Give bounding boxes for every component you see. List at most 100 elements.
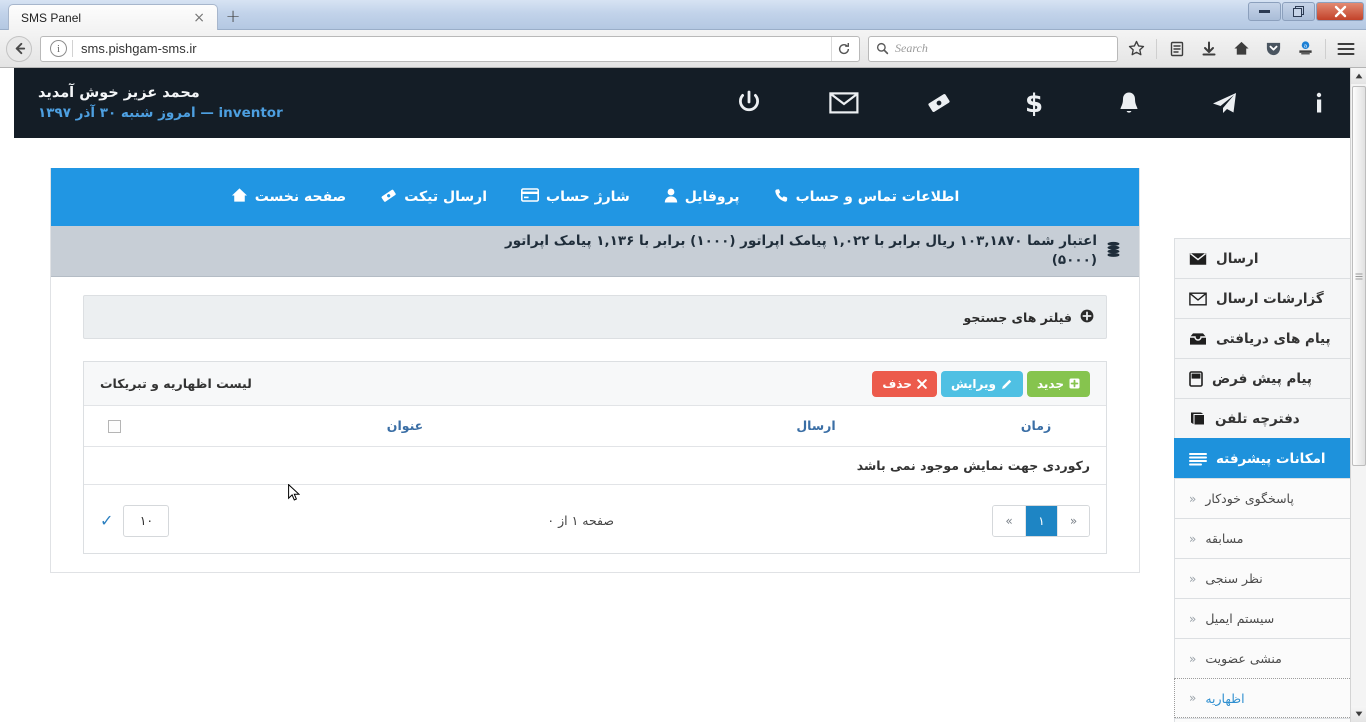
- scrollbar-thumb[interactable]: [1352, 86, 1366, 466]
- pager-page-1[interactable]: ۱: [1025, 505, 1057, 536]
- coins-icon: [1106, 241, 1121, 262]
- reload-icon[interactable]: [831, 36, 855, 61]
- sidebar-item-send-reports[interactable]: گزارشات ارسال: [1174, 278, 1366, 318]
- sidebar-item-notice[interactable]: اظهاریه «: [1174, 678, 1366, 718]
- paper-plane-icon[interactable]: [1176, 68, 1271, 138]
- bell-icon[interactable]: [1081, 68, 1176, 138]
- empty-row: رکوردی جهت نمایش موجود نمی باشد: [84, 446, 1106, 485]
- minimize-button[interactable]: [1248, 2, 1281, 21]
- sidebar-item-label: دفترچه تلفن: [1215, 410, 1300, 427]
- sidebar-item-congratulations[interactable]: تبریکات «: [1174, 718, 1366, 722]
- sidebar-item-send[interactable]: ارسال: [1174, 238, 1366, 278]
- new-tab-button[interactable]: +: [218, 3, 248, 29]
- credit-card-icon: [521, 188, 540, 206]
- chevron-double-icon: «: [1189, 531, 1197, 546]
- page-size-input[interactable]: ۱۰: [123, 504, 170, 537]
- dollar-icon[interactable]: $: [986, 68, 1081, 138]
- sidebar-item-email-system[interactable]: سیستم ایمیل «: [1174, 598, 1366, 638]
- site-info-icon[interactable]: i: [50, 40, 67, 57]
- new-button[interactable]: جدید: [1026, 370, 1090, 397]
- browser-tab[interactable]: SMS Panel ×: [8, 4, 218, 30]
- restore-button[interactable]: [1282, 2, 1315, 21]
- home-icon[interactable]: [1227, 35, 1255, 63]
- sidebar-item-label: سیستم ایمیل: [1205, 611, 1275, 626]
- browser-titlebar: SMS Panel × +: [0, 0, 1366, 30]
- select-all-checkbox[interactable]: [107, 420, 121, 434]
- pencil-icon: [1001, 379, 1012, 389]
- plus-circle-icon: [1080, 308, 1094, 327]
- envelope-icon[interactable]: [796, 68, 891, 138]
- inbox-icon: [1189, 332, 1207, 346]
- nav-charge-account[interactable]: شارژ حساب: [521, 188, 630, 206]
- home-icon: [231, 187, 248, 207]
- divider: [72, 40, 73, 57]
- sidebar-item-label: اظهاریه: [1205, 690, 1245, 706]
- url-text: sms.pishgam-sms.ir: [81, 41, 197, 56]
- chevron-double-icon: «: [1189, 491, 1197, 506]
- announcement-list-box: حذف ویرایش جدید لیست اظهاریه و تبریکات ز…: [83, 361, 1107, 554]
- url-bar[interactable]: i sms.pishgam-sms.ir: [40, 35, 860, 62]
- user-icon: [664, 188, 678, 207]
- col-time[interactable]: زمان: [966, 406, 1106, 447]
- close-icon[interactable]: ×: [189, 11, 209, 25]
- envelope-filled-icon: [1189, 252, 1207, 266]
- sidebar-item-default-message[interactable]: پیام پیش فرض: [1174, 358, 1366, 398]
- sidebar-item-membership-secretary[interactable]: منشی عضویت «: [1174, 638, 1366, 678]
- list-title: لیست اظهاریه و تبریکات: [100, 376, 252, 391]
- sync-account-icon[interactable]: a: [1291, 35, 1319, 63]
- note-icon: [1189, 370, 1203, 387]
- star-icon[interactable]: [1122, 35, 1150, 63]
- page-size-selector: ۱۰ ✓: [100, 504, 170, 537]
- page-scrollbar[interactable]: [1350, 68, 1366, 722]
- back-arrow-icon[interactable]: [6, 35, 32, 62]
- library-icon[interactable]: [1163, 35, 1191, 63]
- ticket-icon: [380, 187, 397, 208]
- nav-label: ارسال تیکت: [404, 189, 488, 205]
- edit-button[interactable]: ویرایش: [940, 370, 1023, 397]
- search-filters-label: فیلتر های جستجو: [963, 309, 1072, 325]
- sidebar-item-phonebook[interactable]: دفترچه تلفن: [1174, 398, 1366, 438]
- scroll-down-button[interactable]: [1351, 706, 1366, 722]
- pagination-row: « ۱ » صفحه ۱ از ۰ ۱۰ ✓: [84, 485, 1106, 553]
- pager: « ۱ »: [992, 504, 1090, 537]
- empty-message: رکوردی جهت نمایش موجود نمی باشد: [856, 457, 1090, 473]
- nav-label: پروفایل: [684, 189, 740, 205]
- sidebar-item-label: پیام پیش فرض: [1212, 370, 1313, 387]
- greeting-date: inventor — امروز شنبه ۳۰ آذر ۱۳۹۷: [38, 105, 283, 121]
- sidebar-item-advanced-features[interactable]: امکانات پیشرفته: [1174, 438, 1366, 478]
- search-input[interactable]: Search: [868, 35, 1118, 62]
- pager-next-button[interactable]: »: [1057, 505, 1089, 536]
- app-viewport: $ محمد عزیز خوش آمدید inventor — امروز ش…: [0, 68, 1366, 722]
- check-icon[interactable]: ✓: [100, 511, 113, 530]
- user-greeting: محمد عزیز خوش آمدید inventor — امروز شنب…: [14, 83, 701, 123]
- download-icon[interactable]: [1195, 35, 1223, 63]
- pager-prev-button[interactable]: «: [993, 505, 1025, 536]
- main-column: اطلاعات تماس و حساب پروفایل شارژ حساب ار…: [14, 138, 1174, 722]
- list-action-buttons: حذف ویرایش جدید: [872, 370, 1090, 397]
- sidebar-item-label: گزارشات ارسال: [1216, 290, 1324, 307]
- col-title[interactable]: عنوان: [144, 406, 666, 447]
- nav-home[interactable]: صفحه نخست: [231, 187, 346, 207]
- sidebar-item-survey[interactable]: نظر سنجی «: [1174, 558, 1366, 598]
- ticket-icon[interactable]: [891, 68, 986, 138]
- sidebar-item-contest[interactable]: مسابقه «: [1174, 518, 1366, 558]
- nav-send-ticket[interactable]: ارسال تیکت: [380, 187, 487, 208]
- nav-profile[interactable]: پروفایل: [664, 188, 740, 207]
- main-panel: اطلاعات تماس و حساب پروفایل شارژ حساب ار…: [50, 168, 1140, 573]
- edit-button-label: ویرایش: [950, 376, 996, 391]
- delete-button[interactable]: حذف: [872, 370, 937, 397]
- credit-text: اعتبار شما ۱۰۳,۱۸۷۰ ریال برابر با ۱,۰۲۲ …: [505, 233, 1097, 268]
- sidebar-item-received-messages[interactable]: پیام های دریافتی: [1174, 318, 1366, 358]
- nav-contact-account-info[interactable]: اطلاعات تماس و حساب: [774, 188, 959, 207]
- menu-hamburger-icon[interactable]: [1332, 35, 1360, 63]
- envelope-open-icon: [1189, 292, 1207, 306]
- scroll-up-button[interactable]: [1351, 68, 1366, 84]
- pocket-icon[interactable]: [1259, 35, 1287, 63]
- search-filters-toggle[interactable]: فیلتر های جستجو: [83, 295, 1107, 339]
- greeting-name: محمد عزیز خوش آمدید: [38, 85, 200, 101]
- power-icon[interactable]: [701, 68, 796, 138]
- col-send[interactable]: ارسال: [666, 406, 966, 447]
- sidebar-item-auto-responder[interactable]: پاسخگوی خودکار «: [1174, 478, 1366, 518]
- close-button[interactable]: [1316, 2, 1364, 21]
- tab-strip: SMS Panel × +: [0, 0, 248, 30]
